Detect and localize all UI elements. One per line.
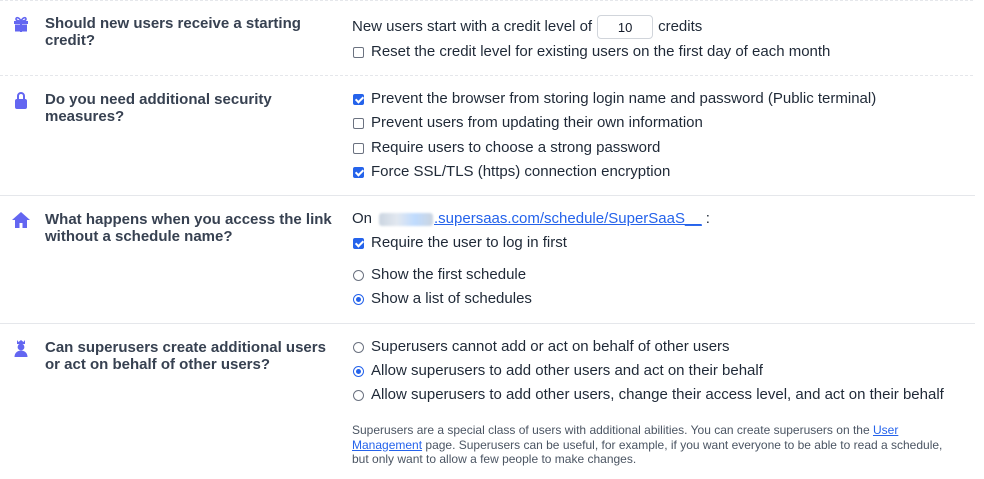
security-option-label: Force SSL/TLS (https) connection encrypt… — [371, 163, 671, 180]
starting-credit-row: New users start with a credit level of c… — [352, 15, 702, 39]
security-checkbox[interactable] — [352, 166, 364, 178]
superusers-question: Can superusers create additional users o… — [45, 339, 326, 373]
security-checkbox[interactable] — [352, 117, 364, 129]
security-question: Do you need additional security measures… — [45, 91, 272, 125]
show-first-schedule-option[interactable]: Show the first schedule — [352, 266, 526, 284]
security-option-label: Require users to choose a strong passwor… — [371, 139, 661, 156]
on-label: On — [352, 210, 373, 227]
top-divider — [0, 0, 975, 1]
link-question: What happens when you access the link wi… — [45, 211, 332, 245]
redacted-subdomain — [379, 212, 434, 226]
reset-credit-checkbox[interactable] — [352, 46, 364, 58]
help-text-part: page. Superusers can be useful, for exam… — [352, 437, 943, 467]
require-login-label: Require the user to log in first — [371, 234, 567, 251]
require-login-option[interactable]: Require the user to log in first — [352, 234, 567, 252]
superusers-radio[interactable] — [352, 365, 364, 377]
lock-icon — [11, 90, 31, 110]
security-checkbox[interactable] — [352, 93, 364, 105]
superusers-help-text: Superusers are a special class of users … — [352, 423, 962, 467]
require-login-checkbox[interactable] — [352, 237, 364, 249]
superusers-option-label: Allow superusers to add other users, cha… — [371, 386, 944, 403]
section-divider — [0, 195, 975, 196]
superusers-radio[interactable] — [352, 341, 364, 353]
help-text-part: Superusers are a special class of users … — [352, 423, 870, 437]
superusers-option-add-act[interactable]: Allow superusers to add other users and … — [352, 362, 763, 380]
section-divider — [0, 323, 975, 324]
url-colon: : — [705, 210, 710, 227]
schedule-url-link[interactable]: .supersaas.com/schedule/SuperSaaS__ — [434, 210, 702, 228]
superusers-radio[interactable] — [352, 389, 364, 401]
show-first-schedule-radio[interactable] — [352, 269, 364, 281]
reset-credit-option[interactable]: Reset the credit level for existing user… — [352, 43, 830, 61]
schedule-link-row: On .supersaas.com/schedule/SuperSaaS__ : — [352, 210, 710, 228]
security-option-force-ssl[interactable]: Force SSL/TLS (https) connection encrypt… — [352, 163, 670, 181]
security-option-label: Prevent users from updating their own in… — [371, 114, 703, 131]
credit-suffix: credits — [658, 18, 703, 35]
credits-question: Should new users receive a starting cred… — [45, 15, 301, 49]
link-option-label: Show a list of schedules — [371, 290, 532, 307]
security-option-strong-password[interactable]: Require users to choose a strong passwor… — [352, 139, 660, 157]
reset-credit-label: Reset the credit level for existing user… — [371, 43, 831, 60]
superusers-option-full[interactable]: Allow superusers to add other users, cha… — [352, 386, 944, 404]
superusers-option-none[interactable]: Superusers cannot add or act on behalf o… — [352, 338, 730, 356]
security-option-public-terminal[interactable]: Prevent the browser from storing login n… — [352, 90, 876, 108]
superusers-option-label: Allow superusers to add other users and … — [371, 362, 763, 379]
section-divider — [0, 75, 975, 76]
show-schedule-list-radio[interactable] — [352, 293, 364, 305]
security-option-label: Prevent the browser from storing login n… — [371, 90, 877, 107]
gift-icon — [11, 14, 31, 34]
superusers-option-label: Superusers cannot add or act on behalf o… — [371, 338, 730, 355]
security-checkbox[interactable] — [352, 142, 364, 154]
security-option-prevent-updates[interactable]: Prevent users from updating their own in… — [352, 114, 703, 132]
starting-credit-input[interactable] — [597, 15, 654, 39]
link-option-label: Show the first schedule — [371, 266, 527, 283]
show-schedule-list-option[interactable]: Show a list of schedules — [352, 290, 532, 308]
home-icon — [11, 210, 31, 230]
superuser-icon — [11, 338, 31, 358]
credit-prefix: New users start with a credit level of — [352, 18, 593, 35]
